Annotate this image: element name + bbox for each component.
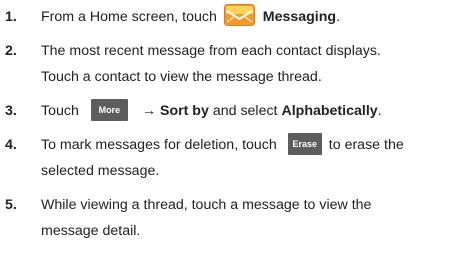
alphabetically-label: Alphabetically — [281, 103, 378, 119]
step-text: to erase the — [328, 137, 404, 153]
step-line: The most recent message from each contac… — [41, 43, 381, 59]
step-body: To mark messages for deletion, touch Eras… — [41, 133, 471, 182]
step-text: . — [377, 103, 382, 119]
step-body: Touch More → Sort by and select Alphabetic… — [41, 99, 471, 122]
step-text: To mark messages for deletion, touch — [41, 137, 277, 153]
step-number: 1. — [5, 9, 17, 25]
step-line: To mark messages for deletion, touch Eras… — [41, 133, 471, 156]
more-button[interactable]: More — [90, 99, 128, 122]
step-body: While viewing a thread, touch a message … — [41, 194, 471, 242]
erase-button[interactable]: Erase — [287, 133, 322, 156]
step-number: 3. — [5, 103, 17, 119]
step-line: From a Home screen, touch Messaging. — [41, 4, 471, 28]
step-text: From a Home screen, touch — [41, 9, 217, 25]
step-text: Touch — [41, 103, 79, 119]
step-line: While viewing a thread, touch a message … — [41, 197, 372, 213]
step-line: Touch More → Sort by and select Alphabetic… — [41, 99, 471, 122]
step-line: selected message. — [41, 163, 160, 179]
step-body: The most recent message from each contac… — [41, 40, 471, 88]
step-line: Touch a contact to view the message thre… — [41, 69, 322, 85]
step-number: 4. — [5, 137, 17, 153]
step-line: message detail. — [41, 223, 141, 239]
sort-by-label: → Sort by — [141, 103, 209, 119]
instruction-list: 1. From a Home screen, touch Messaging. … — [0, 0, 472, 260]
step-text: and select — [212, 103, 278, 119]
step-number: 2. — [5, 43, 17, 59]
messaging-label: Messaging — [262, 9, 337, 25]
step-text: . — [336, 9, 341, 25]
step-body: From a Home screen, touch Messaging. — [41, 4, 471, 28]
messaging-icon — [223, 4, 255, 27]
step-number: 5. — [5, 197, 17, 213]
